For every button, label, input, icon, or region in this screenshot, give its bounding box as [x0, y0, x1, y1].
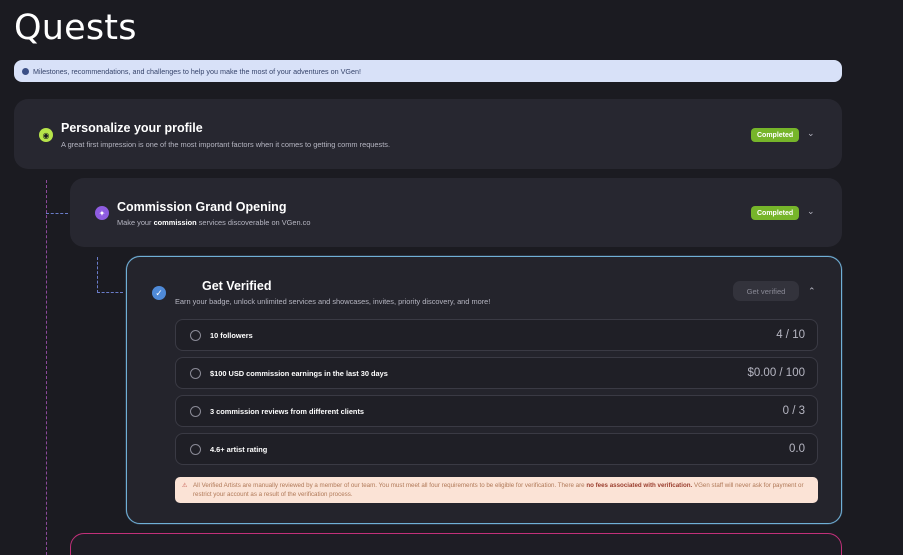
- page-title: Quests: [14, 8, 137, 48]
- connector-line: [46, 213, 68, 214]
- quest-description: A great first impression is one of the m…: [61, 140, 391, 149]
- quest-card-verified: ✓ Get Verified Earn your badge, unlock u…: [126, 256, 842, 524]
- connector-line: [97, 292, 123, 293]
- radio-circle: [190, 406, 201, 417]
- get-verified-button[interactable]: Get verified: [733, 281, 799, 301]
- quest-card-personalize[interactable]: ◉ Personalize your profile A great first…: [14, 99, 842, 169]
- requirement-row: 3 commission reviews from different clie…: [175, 395, 818, 427]
- requirement-label: $100 USD commission earnings in the last…: [210, 369, 388, 378]
- chevron-down-icon[interactable]: ⌄: [807, 128, 815, 139]
- connector-line: [46, 180, 47, 555]
- info-icon: [22, 67, 29, 75]
- radio-circle: [190, 330, 201, 341]
- radio-circle: [190, 368, 201, 379]
- chevron-up-icon[interactable]: ⌃: [808, 286, 816, 297]
- radio-circle: [190, 444, 201, 455]
- quest-card-next[interactable]: [70, 533, 842, 555]
- check-icon: ✓: [152, 286, 166, 300]
- quest-description: Earn your badge, unlock unlimited servic…: [175, 297, 491, 306]
- quest-card-commission[interactable]: ✦ Commission Grand Opening Make your com…: [70, 178, 842, 247]
- eye-icon: ◉: [39, 128, 53, 142]
- status-badge: Completed: [751, 128, 800, 142]
- info-banner-text: Milestones, recommendations, and challen…: [33, 66, 362, 76]
- quest-title: Commission Grand Opening: [117, 200, 287, 214]
- sparkle-icon: ✦: [95, 206, 109, 220]
- verification-notice: ⚠ All Verified Artists are manually revi…: [175, 477, 818, 503]
- connector-line: [97, 257, 98, 293]
- requirement-label: 10 followers: [210, 331, 253, 340]
- quest-title: Get Verified: [202, 279, 272, 293]
- warning-icon: ⚠: [182, 483, 188, 489]
- quest-title: Personalize your profile: [61, 121, 203, 135]
- quest-description: Make your commission services discoverab…: [117, 218, 311, 227]
- requirement-progress: 4 / 10: [776, 329, 805, 341]
- requirement-label: 4.6+ artist rating: [210, 445, 268, 454]
- requirement-label: 3 commission reviews from different clie…: [210, 407, 365, 416]
- status-badge: Completed: [751, 206, 800, 220]
- requirement-progress: $0.00 / 100: [747, 367, 805, 379]
- chevron-down-icon[interactable]: ⌄: [807, 206, 815, 217]
- requirement-progress: 0 / 3: [782, 405, 805, 417]
- requirement-row: 10 followers 4 / 10: [175, 319, 818, 351]
- requirement-row: 4.6+ artist rating 0.0: [175, 433, 818, 465]
- requirement-progress: 0.0: [789, 443, 805, 455]
- info-banner: Milestones, recommendations, and challen…: [14, 60, 842, 82]
- requirement-row: $100 USD commission earnings in the last…: [175, 357, 818, 389]
